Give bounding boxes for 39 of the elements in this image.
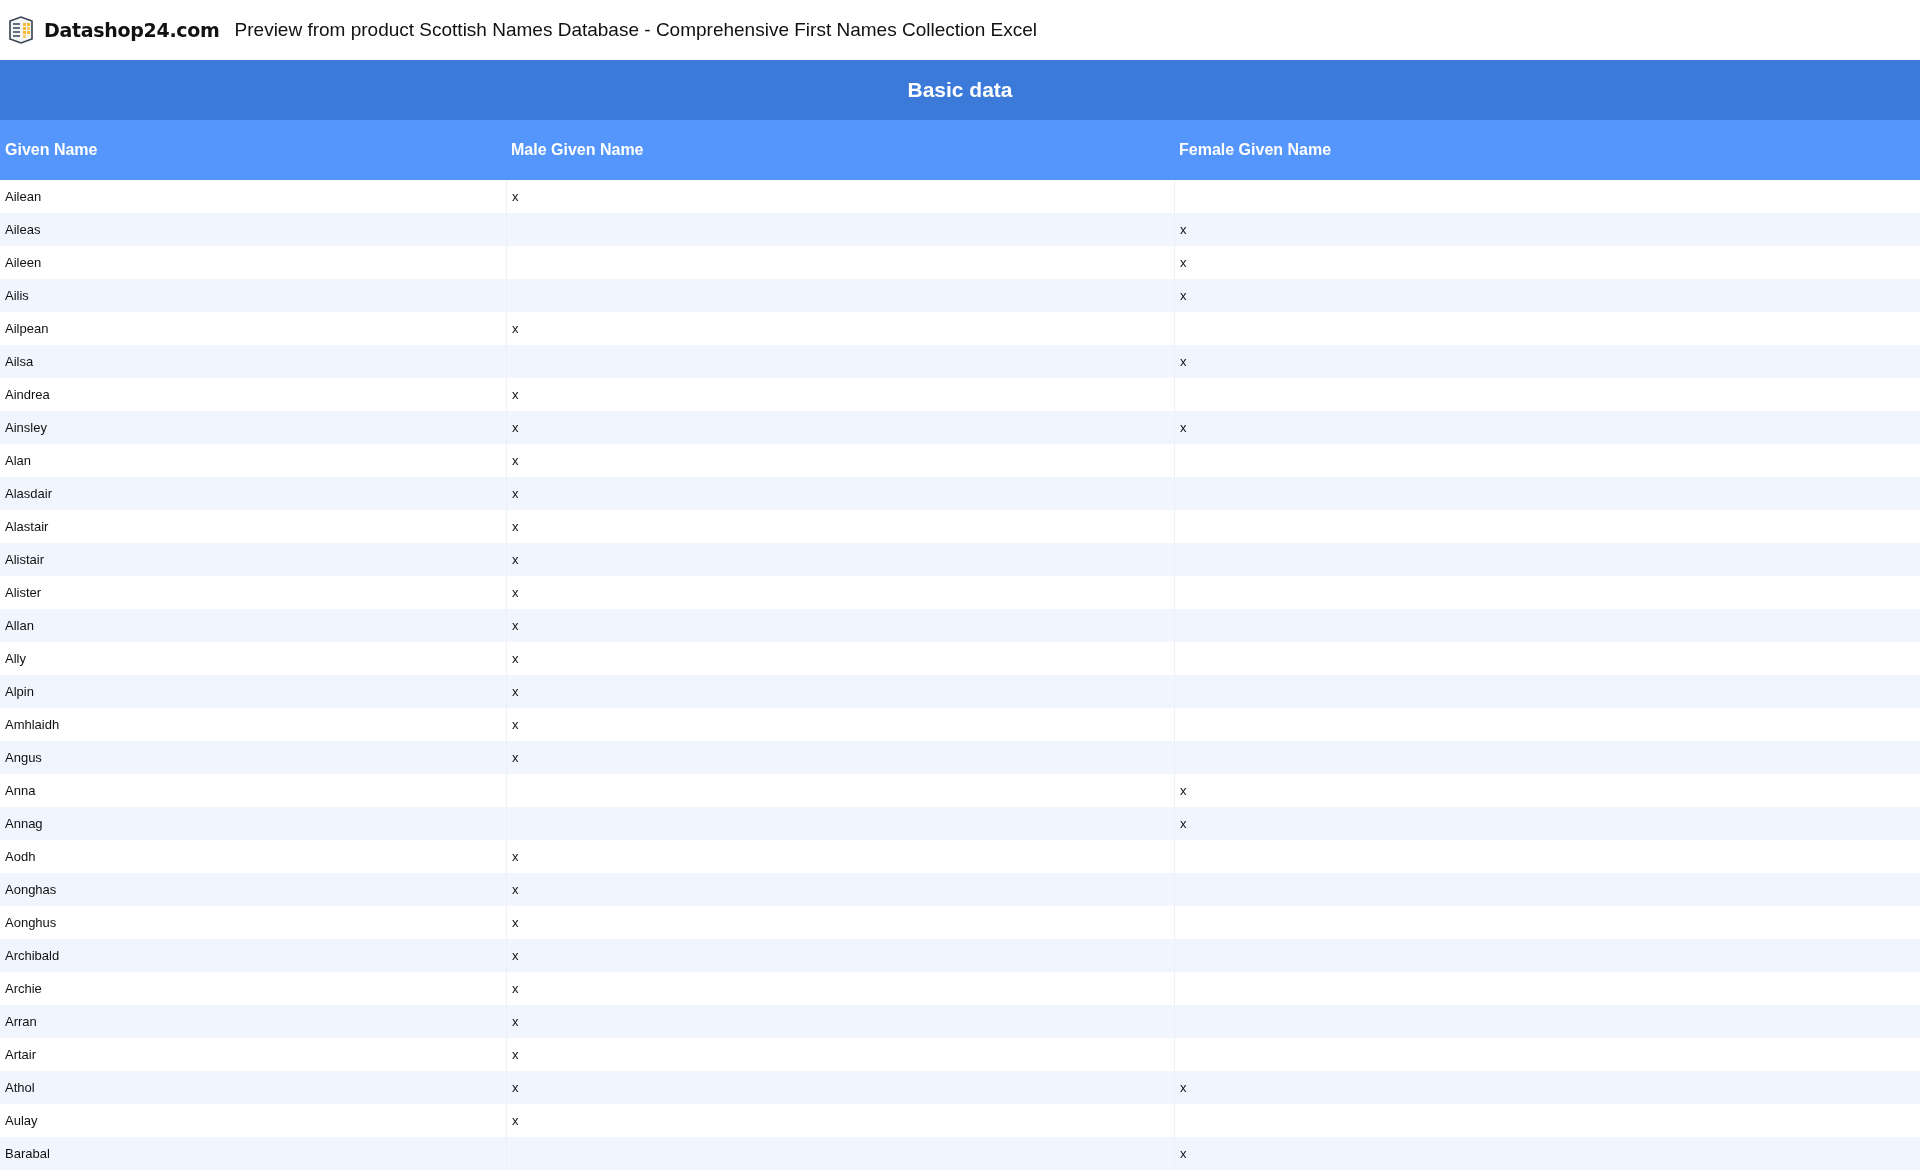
table-cell: x	[1174, 411, 1920, 444]
table-cell: Archibald	[0, 939, 506, 972]
table-cell: Barabal	[0, 1137, 506, 1170]
table-cell: x	[506, 1071, 1174, 1104]
table-cell: Alistair	[0, 543, 506, 576]
table-cell: Angus	[0, 741, 506, 774]
logo-text[interactable]: Datashop24.com	[44, 19, 220, 41]
column-header: Female Given Name	[1174, 120, 1920, 180]
table-cell: Ailis	[0, 279, 506, 312]
table-cell: x	[1174, 807, 1920, 840]
table-cell: x	[1174, 1137, 1920, 1170]
table-cell: Alasdair	[0, 477, 506, 510]
table-cell: Ailsa	[0, 345, 506, 378]
table-cell: x	[1174, 1071, 1920, 1104]
table-cell: Aonghas	[0, 873, 506, 906]
table-cell: x	[506, 477, 1174, 510]
table-cell: x	[506, 543, 1174, 576]
table-cell: x	[506, 1005, 1174, 1038]
column-header: Male Given Name	[506, 120, 1174, 180]
table-cell: x	[1174, 213, 1920, 246]
table-cell: x	[506, 411, 1174, 444]
database-logo-icon	[6, 15, 36, 45]
table-cell: x	[506, 675, 1174, 708]
table-cell: x	[506, 741, 1174, 774]
table-cell: Aileas	[0, 213, 506, 246]
table-cell: x	[506, 609, 1174, 642]
table-cell: Arran	[0, 1005, 506, 1038]
page-title: Preview from product Scottish Names Database - Comprehensive First Names Collection Excel	[234, 19, 1038, 41]
table-cell: Ainsley	[0, 411, 506, 444]
table-cell: x	[506, 873, 1174, 906]
table-cell: Alpin	[0, 675, 506, 708]
table-cell: x	[506, 939, 1174, 972]
section-header: Basic data	[0, 60, 1920, 120]
table-cell: x	[1174, 279, 1920, 312]
table-cell: x	[1174, 345, 1920, 378]
table-cell: Athol	[0, 1071, 506, 1104]
column-header: Given Name	[0, 120, 506, 180]
table-cell: Annag	[0, 807, 506, 840]
table-cell: Allan	[0, 609, 506, 642]
